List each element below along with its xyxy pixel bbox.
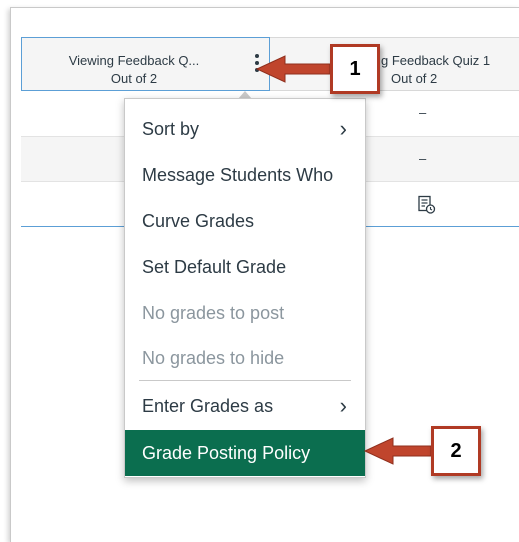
callout-badge-2: 2 <box>431 426 481 476</box>
arrow-1 <box>255 55 331 83</box>
callout-badge-1: 1 <box>330 44 380 94</box>
arrow-2 <box>363 437 432 465</box>
